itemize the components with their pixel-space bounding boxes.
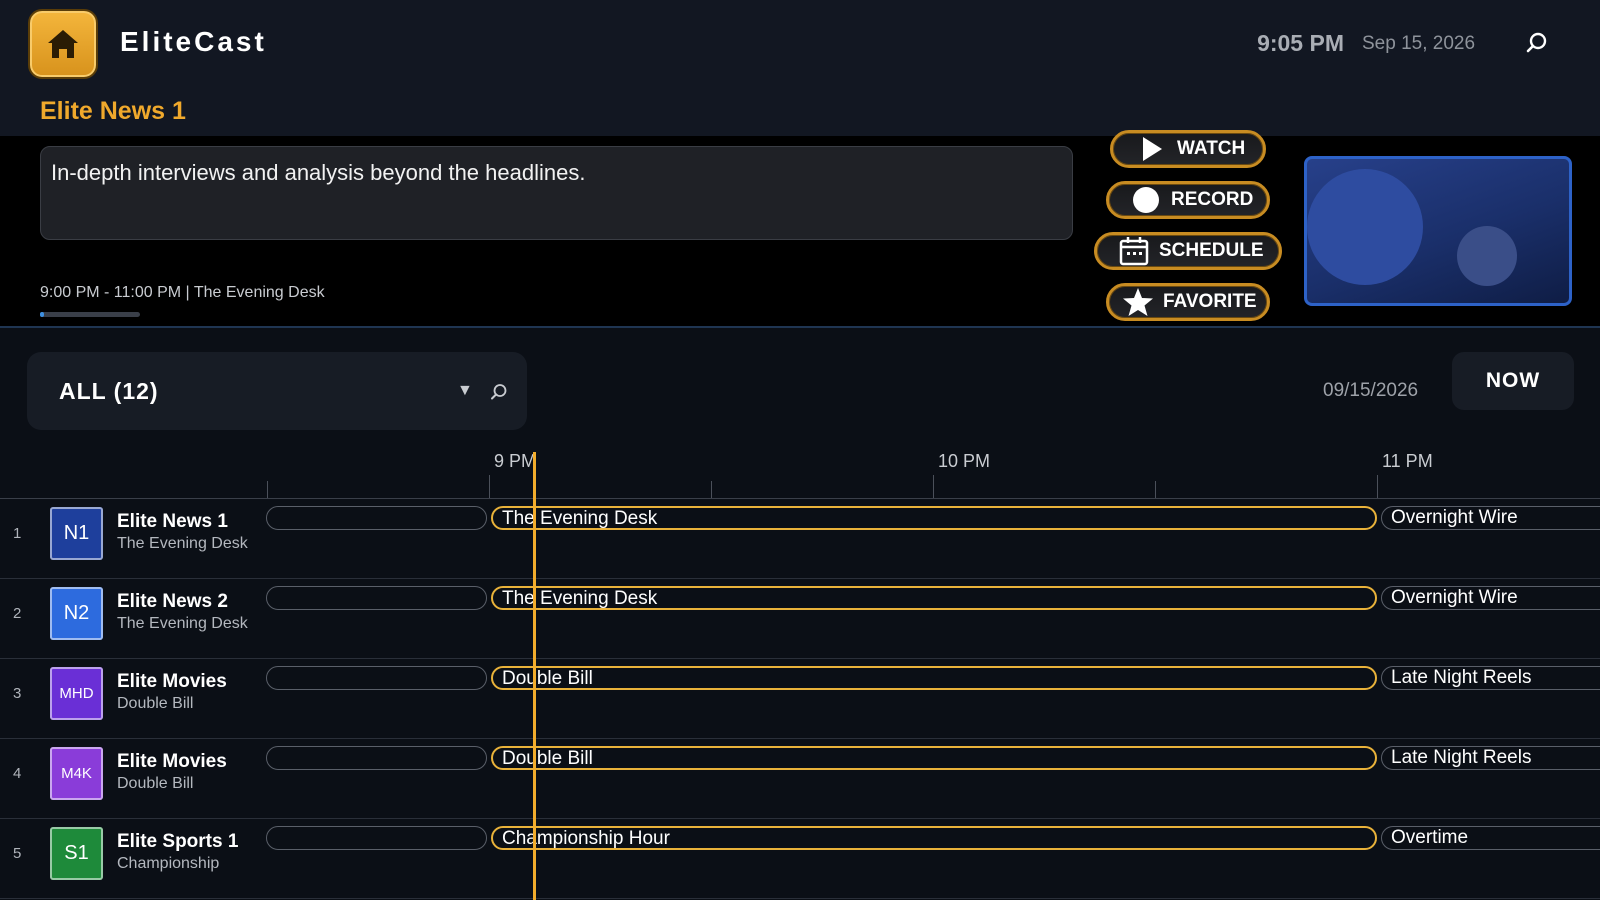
top-header: EliteCast 9:05 PM Sep 15, 2026 (0, 0, 1600, 86)
program-block-current[interactable]: Double Bill (491, 666, 1377, 690)
channel-row[interactable]: 1 N1 Elite News 1 The Evening Desk The E… (0, 499, 1600, 579)
caret-down-icon: ▼ (457, 382, 473, 399)
epg-timeline: 9 PM 10 PM 11 PM 1 N1 Elite News 1 The E… (0, 448, 1600, 900)
program-block-next[interactable]: Overtime (1381, 826, 1600, 850)
guide-date: 09/15/2026 (1323, 380, 1419, 401)
app-brand: EliteCast (120, 26, 267, 57)
filter-label: ALL (12) (59, 378, 159, 404)
favorite-button[interactable]: FAVORITE (1106, 283, 1270, 321)
program-description: In-depth interviews and analysis beyond … (40, 146, 1073, 240)
program-info-panel: In-depth interviews and analysis beyond … (0, 130, 1600, 328)
channel-row[interactable]: 4 M4K Elite Movies Double Bill Double Bi… (0, 739, 1600, 819)
program-block-current[interactable]: The Evening Desk (491, 506, 1377, 530)
time-label-10pm: 10 PM (938, 451, 991, 471)
program-block-current[interactable]: The Evening Desk (491, 586, 1377, 610)
channel-row[interactable]: 3 MHD Elite Movies Double Bill Double Bi… (0, 659, 1600, 739)
channel-current-program: The Evening Desk (117, 615, 248, 632)
channel-logo: S1 (50, 827, 103, 880)
channel-current-program: Double Bill (117, 695, 194, 712)
current-time-indicator (533, 452, 536, 900)
program-block-past[interactable] (266, 666, 487, 690)
channel-number: 4 (13, 765, 22, 782)
program-time-info: 9:00 PM - 11:00 PM | The Evening Desk (40, 284, 325, 301)
channel-current-program: Championship (117, 855, 220, 872)
watch-label: WATCH (1177, 138, 1246, 159)
schedule-label: SCHEDULE (1159, 240, 1264, 261)
now-button[interactable]: NOW (1452, 352, 1574, 410)
channel-logo: N1 (50, 507, 103, 560)
channel-row[interactable]: 5 S1 Elite Sports 1 Championship Champio… (0, 819, 1600, 899)
program-progress-bar (40, 312, 140, 317)
channel-number: 1 (13, 525, 22, 542)
program-block-past[interactable] (266, 506, 487, 530)
preview-shape (1307, 169, 1423, 285)
program-progress-fill (40, 312, 44, 317)
current-date: Sep 15, 2026 (1362, 33, 1476, 54)
channel-name: Elite Movies (117, 671, 227, 692)
preview-shape (1457, 226, 1517, 286)
hour-tick (1377, 475, 1378, 498)
program-block-next[interactable]: Late Night Reels (1381, 666, 1600, 690)
record-button[interactable]: RECORD (1106, 181, 1270, 219)
home-button[interactable] (28, 9, 98, 79)
channel-row[interactable]: 2 N2 Elite News 2 The Evening Desk The E… (0, 579, 1600, 659)
search-icon[interactable] (1524, 30, 1550, 56)
time-label-11pm: 11 PM (1382, 451, 1433, 471)
channel-name: Elite News 2 (117, 591, 228, 612)
play-icon (1135, 132, 1169, 166)
channel-name: Elite Sports 1 (117, 831, 239, 852)
channel-logo: M4K (50, 747, 103, 800)
current-time: 9:05 PM (1257, 30, 1344, 56)
channel-preview-thumbnail[interactable] (1304, 156, 1572, 306)
program-block-past[interactable] (266, 826, 487, 850)
favorite-label: FAVORITE (1163, 291, 1257, 312)
channel-logo: N2 (50, 587, 103, 640)
program-block-next[interactable]: Overnight Wire (1381, 586, 1600, 610)
watch-button[interactable]: WATCH (1110, 130, 1266, 168)
program-block-next[interactable]: Late Night Reels (1381, 746, 1600, 770)
star-icon (1121, 285, 1155, 319)
channel-current-program: The Evening Desk (117, 535, 248, 552)
selected-channel-title: Elite News 1 (40, 97, 186, 125)
filter-search-icon[interactable] (489, 382, 509, 402)
half-hour-tick (267, 481, 268, 498)
channel-logo: MHD (50, 667, 103, 720)
record-label: RECORD (1171, 189, 1254, 210)
program-block-current[interactable]: Championship Hour (491, 826, 1377, 850)
time-label-9pm: 9 PM (494, 451, 537, 471)
program-block-next[interactable]: Overnight Wire (1381, 506, 1600, 530)
home-icon (48, 30, 78, 58)
calendar-icon (1117, 234, 1151, 268)
half-hour-tick (711, 481, 712, 498)
half-hour-tick (1155, 481, 1156, 498)
record-icon (1129, 183, 1163, 217)
channel-current-program: Double Bill (117, 775, 194, 792)
channel-name: Elite News 1 (117, 511, 228, 532)
channel-name: Elite Movies (117, 751, 227, 772)
hour-tick (933, 475, 934, 498)
channel-filter-dropdown[interactable]: ALL (12) ▼ (27, 352, 527, 430)
channel-title-bar: Elite News 1 (0, 86, 1600, 136)
channel-number: 5 (13, 845, 22, 862)
schedule-button[interactable]: SCHEDULE (1094, 232, 1282, 270)
program-block-past[interactable] (266, 586, 487, 610)
hour-tick (489, 475, 490, 498)
channel-number: 3 (13, 685, 22, 702)
channel-number: 2 (13, 605, 22, 622)
program-block-past[interactable] (266, 746, 487, 770)
program-block-current[interactable]: Double Bill (491, 746, 1377, 770)
